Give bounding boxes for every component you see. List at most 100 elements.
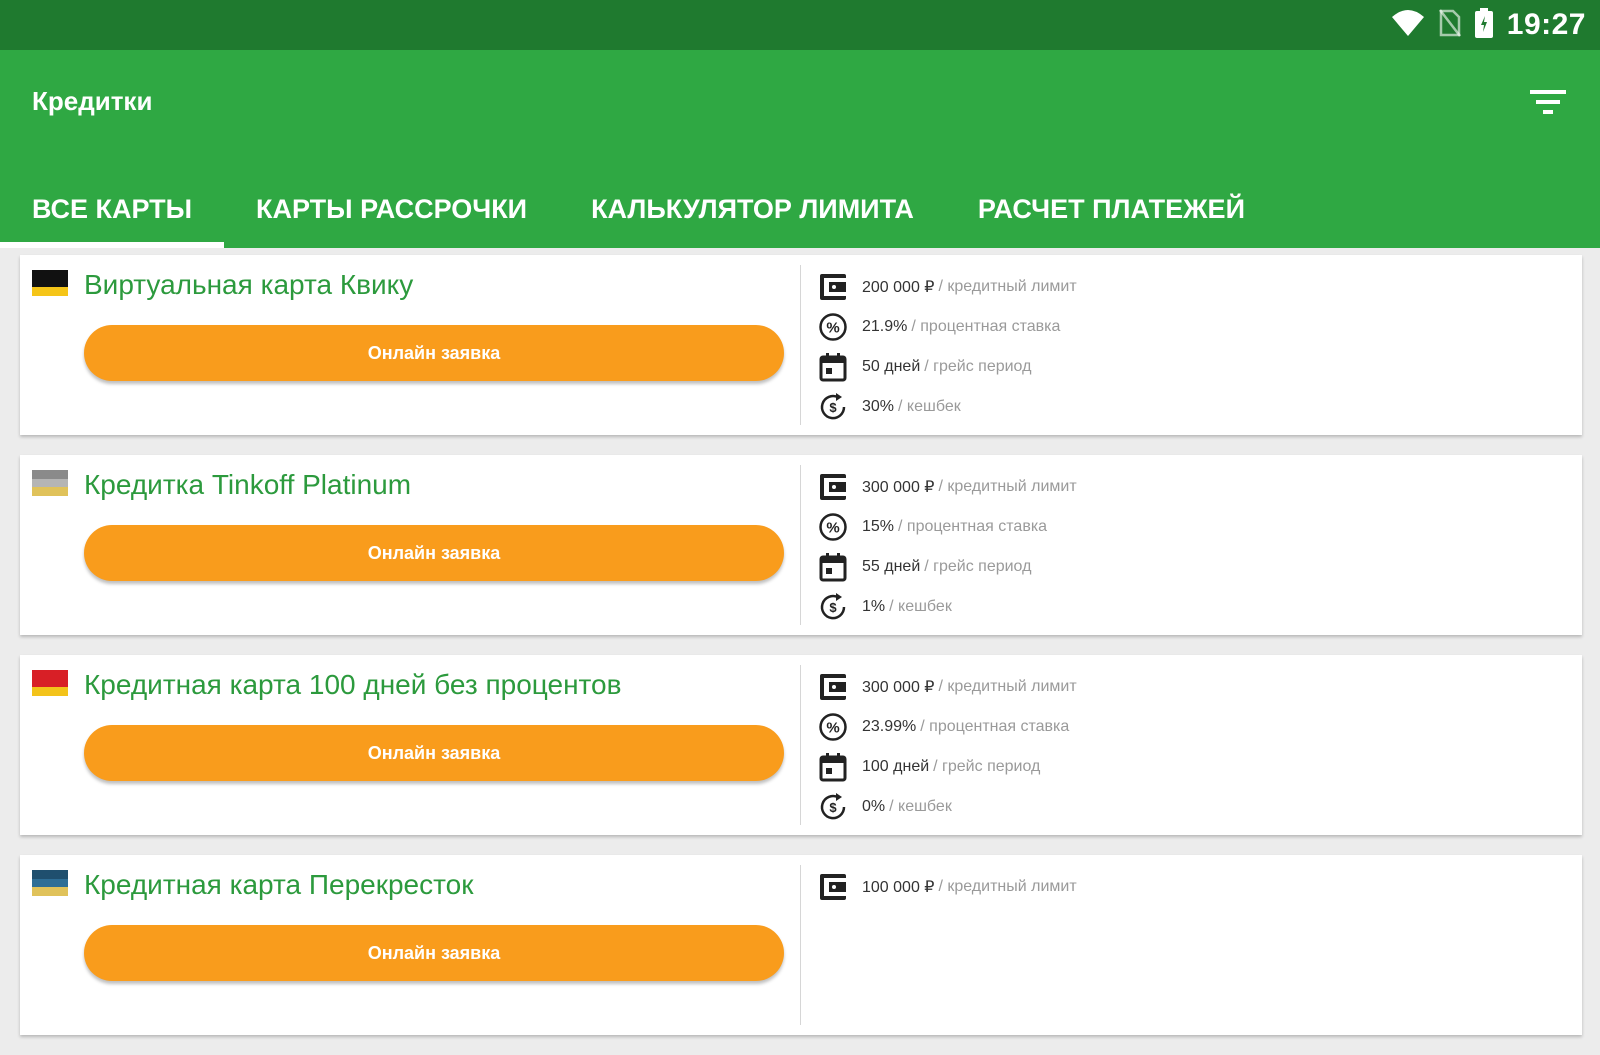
fact-cashback: $30% / кешбек [816,387,1077,427]
fact-interest-rate: % 21.9% / процентная ставка [816,307,1077,347]
fact-label: / грейс период [933,758,1041,775]
divider [800,865,801,1025]
svg-text:$: $ [829,800,837,815]
fact-value: 15% [862,518,895,535]
fact-credit-limit: 200 000 ₽ / кредитный лимит [816,267,1077,307]
status-icons: 19:27 [1391,7,1586,43]
card-logo [32,270,68,296]
calendar-icon [816,350,850,384]
fact-label: / кредитный лимит [938,278,1077,295]
wallet-icon [816,270,850,304]
card-title[interactable]: Виртуальная карта Квику [84,269,413,301]
card-title[interactable]: Кредитка Tinkoff Platinum [84,469,411,501]
wifi-icon [1391,9,1425,42]
tab-label: ВСЕ КАРТЫ [32,193,193,224]
card-logo [32,470,68,496]
svg-text:$: $ [829,600,837,615]
fact-label: / процентная ставка [920,718,1070,735]
card-facts: 100 000 ₽ / кредитный лимит [816,867,1077,907]
status-time: 19:27 [1506,8,1586,41]
fact-value: 300 000 ₽ [862,679,935,696]
tab-label: РАСЧЕТ ПЛАТЕЖЕЙ [977,193,1245,224]
svg-text:$: $ [829,400,837,415]
calendar-icon [816,550,850,584]
fact-grace-period: 55 дней / грейс период [816,547,1077,587]
tab-bar: ВСЕ КАРТЫ КАРТЫ РАССРОЧКИ КАЛЬКУЛЯТОР ЛИ… [0,170,1277,248]
svg-text:%: % [826,720,839,737]
battery-icon [1474,7,1493,43]
fact-grace-period: 50 дней / грейс период [816,347,1077,387]
card-facts: 300 000 ₽ / кредитный лимит % 23.99% / проц… [816,667,1077,827]
percent-icon: % [816,510,850,544]
wallet-icon [816,870,850,904]
card-facts: 200 000 ₽ / кредитный лимит % 21.9% / проце… [816,267,1077,427]
divider [800,465,801,625]
tab-label: КАРТЫ РАССРОЧКИ [256,193,528,224]
card-item[interactable]: Виртуальная карта Квику Онлайн заявка 20… [20,255,1582,435]
svg-text:%: % [826,320,839,337]
fact-credit-limit: 300 000 ₽ / кредитный лимит [816,467,1077,507]
online-apply-button[interactable]: Онлайн заявка [84,925,784,981]
fact-label: / процентная ставка [898,518,1048,535]
fact-value: 100 дней [862,758,930,775]
filter-icon [1529,87,1567,122]
card-item[interactable]: Кредитка Tinkoff Platinum Онлайн заявка … [20,455,1582,635]
online-apply-button[interactable]: Онлайн заявка [84,525,784,581]
percent-icon: % [816,310,850,344]
fact-cashback: $1% / кешбек [816,587,1077,627]
fact-value: 200 000 ₽ [862,279,935,296]
cashback-icon: $ [816,590,850,624]
fact-label: / кешбек [889,798,952,815]
fact-value: 100 000 ₽ [862,879,935,896]
fact-value: 0% [862,798,886,815]
app-title: Кредитки [32,86,153,116]
fact-label: / процентная ставка [911,318,1061,335]
divider [800,265,801,425]
fact-grace-period: 100 дней / грейс период [816,747,1077,787]
filter-button[interactable] [1524,80,1572,128]
fact-credit-limit: 100 000 ₽ / кредитный лимит [816,867,1077,907]
tab-all-cards[interactable]: ВСЕ КАРТЫ [0,170,225,248]
fact-interest-rate: % 23.99% / процентная ставка [816,707,1077,747]
card-title[interactable]: Кредитная карта Перекресток [84,869,473,901]
fact-label: / грейс период [924,558,1032,575]
tab-installment-cards[interactable]: КАРТЫ РАССРОЧКИ [224,170,559,248]
online-apply-button[interactable]: Онлайн заявка [84,325,784,381]
fact-value: 50 дней [862,358,921,375]
fact-cashback: $0% / кешбек [816,787,1077,827]
card-item[interactable]: Кредитная карта Перекресток Онлайн заявк… [20,855,1582,1035]
tab-label: КАЛЬКУЛЯТОР ЛИМИТА [591,193,914,224]
tab-payment-calculation[interactable]: РАСЧЕТ ПЛАТЕЖЕЙ [946,170,1277,248]
status-bar: 19:27 [0,0,1600,50]
card-item[interactable]: Кредитная карта 100 дней без процентов О… [20,655,1582,835]
fact-value: 21.9% [862,318,908,335]
fact-label: / кредитный лимит [938,678,1077,695]
card-logo [32,870,68,896]
calendar-icon [816,750,850,784]
card-list: Виртуальная карта Квику Онлайн заявка 20… [20,255,1582,1055]
fact-credit-limit: 300 000 ₽ / кредитный лимит [816,667,1077,707]
fact-value: 30% [862,398,895,415]
card-facts: 300 000 ₽ / кредитный лимит % 15% / процент… [816,467,1077,627]
fact-value: 55 дней [862,558,921,575]
fact-value: 1% [862,598,886,615]
fact-label: / кредитный лимит [938,878,1077,895]
fact-label: / грейс период [924,358,1032,375]
fact-label: / кешбек [889,598,952,615]
fact-label: / кредитный лимит [938,478,1077,495]
card-title[interactable]: Кредитная карта 100 дней без процентов [84,669,621,701]
fact-value: 300 000 ₽ [862,479,935,496]
wallet-icon [816,670,850,704]
cashback-icon: $ [816,790,850,824]
fact-value: 23.99% [862,718,917,735]
wallet-icon [816,470,850,504]
no-sim-icon [1438,8,1461,42]
percent-icon: % [816,710,850,744]
online-apply-button[interactable]: Онлайн заявка [84,725,784,781]
card-logo [32,670,68,696]
tab-limit-calculator[interactable]: КАЛЬКУЛЯТОР ЛИМИТА [559,170,946,248]
fact-interest-rate: % 15% / процентная ставка [816,507,1077,547]
svg-text:%: % [826,520,839,537]
divider [800,665,801,825]
app-bar: Кредитки ВСЕ КАРТЫ КАРТЫ РАССРОЧКИ КАЛЬК… [0,50,1600,248]
